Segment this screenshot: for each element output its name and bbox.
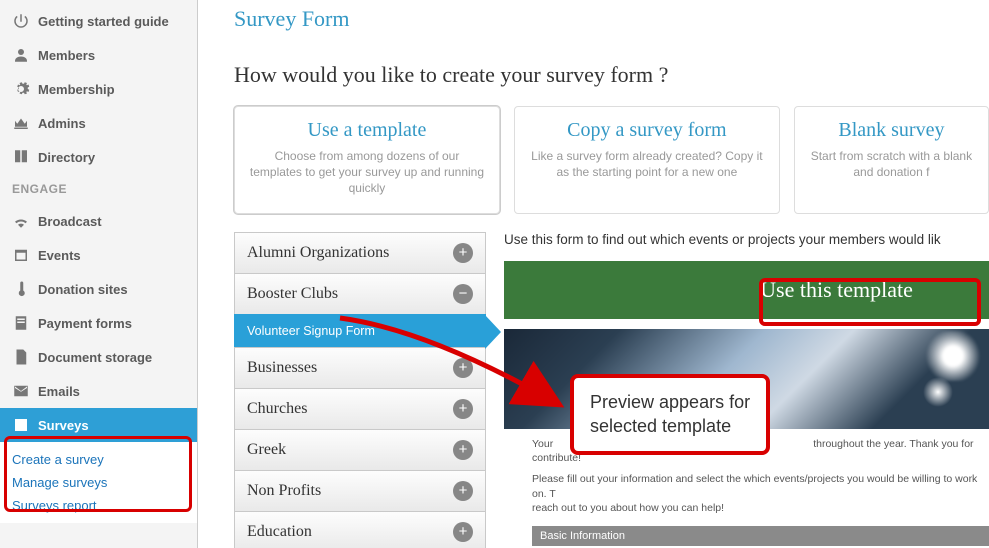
nav-emails[interactable]: Emails [0,374,197,408]
option-use-template[interactable]: Use a template Choose from among dozens … [234,106,500,214]
wifi-icon [12,212,30,230]
acc-booster[interactable]: Booster Clubs − [234,273,486,314]
thermo-icon [12,280,30,298]
nav-label: Broadcast [38,214,102,229]
nav-label: Directory [38,150,95,165]
acc-label: Alumni Organizations [247,244,389,262]
sidebar: Getting started guide Members Membership… [0,0,198,548]
acc-label: Education [247,523,312,541]
calendar-icon [12,246,30,264]
mail-icon [12,382,30,400]
acc-businesses[interactable]: Businesses + [234,347,486,388]
acc-label: Greek [247,441,286,459]
nav-events[interactable]: Events [0,238,197,272]
power-icon [12,12,30,30]
check-icon [12,416,30,434]
acc-greek[interactable]: Greek + [234,429,486,470]
gear-icon [12,80,30,98]
nav-surveys[interactable]: Surveys [0,408,197,442]
plus-icon: + [453,243,473,263]
create-question: How would you like to create your survey… [234,62,989,88]
acc-education[interactable]: Education + [234,511,486,548]
nav-label: Document storage [38,350,152,365]
preview-line: Your [532,438,553,450]
sublink-manage[interactable]: Manage surveys [12,471,197,494]
acc-churches[interactable]: Churches + [234,388,486,429]
nav-section-engage: ENGAGE [0,174,197,204]
acc-label: Non Profits [247,482,321,500]
nav-label: Payment forms [38,316,132,331]
nav-payment-forms[interactable]: Payment forms [0,306,197,340]
option-blank[interactable]: Blank survey Start from scratch with a b… [794,106,989,214]
nav-donation-sites[interactable]: Donation sites [0,272,197,306]
sublink-report[interactable]: Surveys report [12,494,197,517]
nav-label: Admins [38,116,86,131]
nav-label: Members [38,48,95,63]
plus-icon: + [453,399,473,419]
acc-label: Booster Clubs [247,285,338,303]
preview-section-header: Basic Information [532,526,989,546]
minus-icon: − [453,284,473,304]
surveys-sublinks: Create a survey Manage surveys Surveys r… [0,442,197,523]
acc-label: Churches [247,400,307,418]
option-desc: Start from scratch with a blank and dona… [809,148,974,180]
preview-line: Please fill out your information and sel… [532,473,977,500]
nav-label: Getting started guide [38,14,169,29]
main-content: Survey Form How would you like to create… [198,0,989,548]
preview-line: reach out to you about how you can help! [532,502,724,514]
person-icon [12,46,30,64]
option-title: Copy a survey form [529,119,765,142]
plus-icon: + [453,358,473,378]
nav-members[interactable]: Members [0,38,197,72]
acc-sub-volunteer[interactable]: Volunteer Signup Form [234,314,486,347]
nav-label: Events [38,248,81,263]
preview-line: throughout the year. Thank you for [813,438,973,450]
acc-label: Businesses [247,359,317,377]
option-title: Use a template [249,119,485,142]
use-template-button[interactable]: Use this template [504,261,989,319]
use-template-label: Use this template [760,277,913,302]
nav-label: Donation sites [38,282,128,297]
sublink-create[interactable]: Create a survey [12,448,197,471]
option-title: Blank survey [809,119,974,142]
option-desc: Choose from among dozens of our template… [249,148,485,197]
page-title: Survey Form [234,6,989,32]
nav-admins[interactable]: Admins [0,106,197,140]
template-categories: Alumni Organizations + Booster Clubs − Vol… [234,232,486,548]
nav-broadcast[interactable]: Broadcast [0,204,197,238]
doc-icon [12,348,30,366]
nav-membership[interactable]: Membership [0,72,197,106]
nav-label: Membership [38,82,115,97]
plus-icon: + [453,522,473,542]
option-desc: Like a survey form already created? Copy… [529,148,765,180]
callout-line: selected template [590,416,731,436]
annotation-callout: Preview appears for selected template [570,374,770,455]
option-copy-form[interactable]: Copy a survey form Like a survey form al… [514,106,780,214]
acc-nonprofits[interactable]: Non Profits + [234,470,486,511]
preview-desc: Use this form to find out which events o… [504,232,989,247]
plus-icon: + [453,440,473,460]
nav-directory[interactable]: Directory [0,140,197,174]
form-icon [12,314,30,332]
acc-alumni[interactable]: Alumni Organizations + [234,232,486,273]
crown-icon [12,114,30,132]
callout-line: Preview appears for [590,392,750,412]
plus-icon: + [453,481,473,501]
nav-getting-started[interactable]: Getting started guide [0,4,197,38]
book-icon [12,148,30,166]
nav-label: Emails [38,384,80,399]
nav-document-storage[interactable]: Document storage [0,340,197,374]
option-cards-row: Use a template Choose from among dozens … [234,106,989,214]
nav-label: Surveys [38,418,89,433]
